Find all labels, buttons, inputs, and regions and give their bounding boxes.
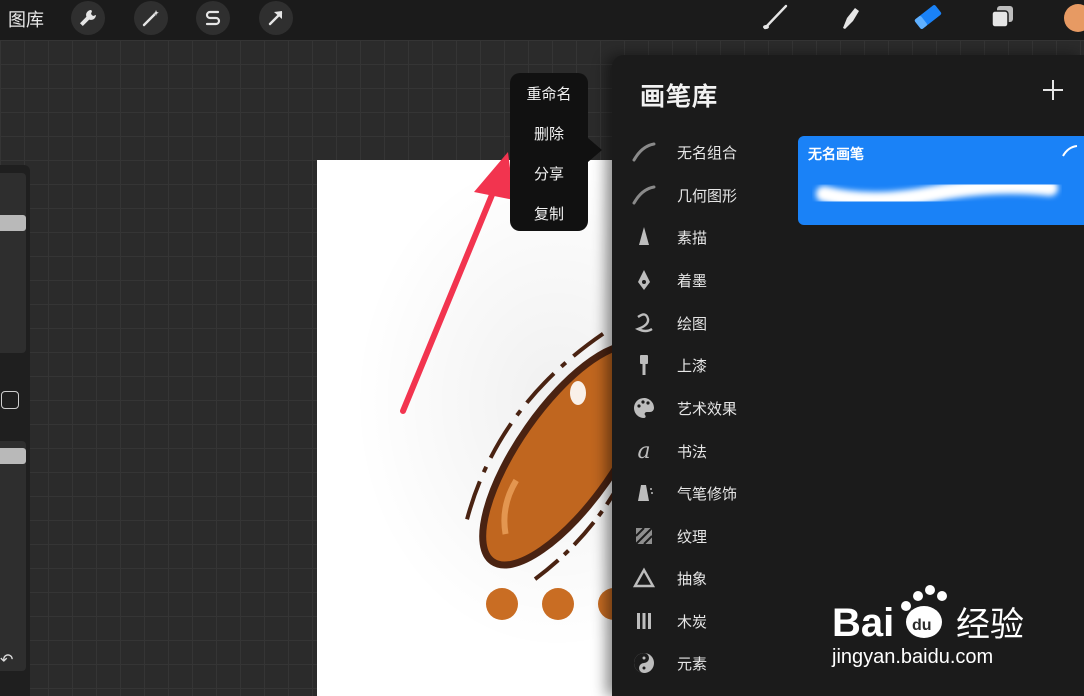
brush-name: 无名画笔 bbox=[808, 147, 864, 163]
paint-brush-icon bbox=[632, 353, 656, 377]
airbrush-icon bbox=[632, 481, 656, 505]
wrench-icon[interactable] bbox=[71, 1, 105, 35]
transform-arrow-icon[interactable] bbox=[259, 1, 293, 35]
category-item[interactable]: 纹理 bbox=[612, 518, 792, 558]
left-sidebar: ↶ bbox=[0, 165, 30, 696]
svg-text:经验: 经验 bbox=[956, 605, 1024, 645]
menu-item-rename[interactable]: 重命名 bbox=[510, 83, 588, 104]
undo-icon[interactable]: ↶ bbox=[0, 650, 13, 669]
modify-button[interactable] bbox=[1, 391, 19, 409]
squiggle-icon bbox=[632, 311, 656, 335]
category-item[interactable]: 艺术效果 bbox=[612, 390, 792, 430]
menu-item-share[interactable]: 分享 bbox=[510, 163, 588, 184]
brush-stroke-preview bbox=[816, 178, 1058, 208]
layers-icon[interactable] bbox=[985, 0, 1021, 34]
add-brush-icon[interactable] bbox=[1038, 75, 1068, 105]
menu-item-duplicate[interactable]: 复制 bbox=[510, 203, 588, 224]
triangle-icon bbox=[632, 566, 656, 590]
top-toolbar: 图库 bbox=[0, 0, 1084, 40]
category-label: 书法 bbox=[677, 443, 708, 461]
category-item[interactable]: 无名组合 bbox=[612, 134, 792, 174]
brush-size-handle[interactable] bbox=[0, 215, 26, 231]
watermark-url: jingyan.baidu.com bbox=[832, 646, 994, 668]
category-label: 几何图形 bbox=[677, 187, 738, 205]
category-item[interactable]: 抽象 bbox=[612, 560, 792, 600]
panel-title: 画笔库 bbox=[640, 82, 719, 111]
brush-size-slider[interactable] bbox=[0, 173, 26, 353]
category-item[interactable]: 素描 bbox=[612, 219, 792, 259]
charcoal-icon bbox=[632, 609, 656, 633]
category-item[interactable]: 木炭 bbox=[612, 603, 792, 643]
brush-type-icon bbox=[1062, 145, 1078, 157]
calligraphy-icon: a bbox=[637, 438, 651, 464]
menu-item-delete[interactable]: 删除 bbox=[510, 123, 588, 144]
category-label: 素描 bbox=[677, 229, 708, 247]
brush-icon[interactable] bbox=[757, 0, 793, 34]
artwork-illustration bbox=[465, 332, 617, 620]
eraser-icon[interactable] bbox=[910, 0, 946, 34]
brush-set-context-menu: 重命名 删除 分享 复制 bbox=[510, 73, 588, 231]
gallery-button[interactable]: 图库 bbox=[8, 6, 44, 32]
category-label: 元素 bbox=[677, 655, 708, 673]
svg-text:Bai: Bai bbox=[832, 601, 894, 645]
texture-icon bbox=[632, 524, 656, 548]
stroke-icon bbox=[632, 183, 656, 207]
ink-pen-icon bbox=[632, 268, 656, 292]
category-label: 上漆 bbox=[677, 357, 708, 375]
category-label: 着墨 bbox=[677, 272, 708, 290]
magic-wand-icon[interactable] bbox=[134, 1, 168, 35]
smudge-icon[interactable] bbox=[832, 0, 868, 34]
category-label: 纹理 bbox=[677, 528, 708, 546]
category-label: 无名组合 bbox=[677, 144, 738, 162]
category-item[interactable]: 着墨 bbox=[612, 262, 792, 302]
category-label: 艺术效果 bbox=[677, 400, 738, 418]
palette-icon bbox=[632, 396, 656, 420]
category-label: 木炭 bbox=[677, 613, 708, 631]
category-label: 绘图 bbox=[677, 315, 708, 333]
brush-item-selected[interactable]: 无名画笔 bbox=[798, 136, 1084, 225]
category-item[interactable]: 绘图 bbox=[612, 305, 792, 345]
category-item[interactable]: 气笔修饰 bbox=[612, 475, 792, 515]
category-item[interactable]: 上漆 bbox=[612, 347, 792, 387]
stroke-icon bbox=[632, 140, 656, 164]
category-item[interactable]: a 书法 bbox=[612, 433, 792, 473]
drawing-canvas[interactable] bbox=[317, 160, 617, 696]
opacity-slider[interactable] bbox=[0, 441, 26, 671]
pencil-icon bbox=[632, 225, 656, 249]
opacity-handle[interactable] bbox=[0, 448, 26, 464]
category-item[interactable]: 元素 bbox=[612, 645, 792, 685]
svg-text:du: du bbox=[912, 617, 932, 634]
category-label: 抽象 bbox=[677, 570, 708, 588]
category-label: 气笔修饰 bbox=[677, 485, 738, 503]
yin-yang-icon bbox=[632, 651, 656, 675]
selection-s-icon[interactable] bbox=[196, 1, 230, 35]
color-picker-swatch[interactable] bbox=[1064, 4, 1084, 32]
category-item[interactable]: 几何图形 bbox=[612, 177, 792, 217]
popover-arrow bbox=[588, 138, 602, 162]
